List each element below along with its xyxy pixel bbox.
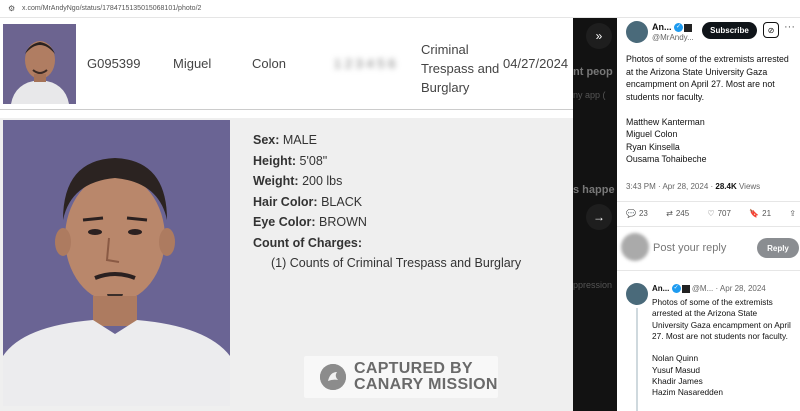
background-text-2: ny app ( (573, 90, 606, 100)
reply-button[interactable]: Reply (757, 238, 799, 258)
charges-label: Count of Charges: (253, 235, 363, 250)
next-photo-button[interactable]: → (586, 204, 612, 230)
height-value: 5'08" (299, 153, 328, 168)
detail-panel: Sex: MALE Height: 5'08" Weight: 200 lbs … (0, 118, 573, 411)
reply-action[interactable]: 💬 23 (626, 209, 648, 218)
repost-icon: ⇄ (666, 209, 673, 218)
verified-badge-icon: ✓ (671, 284, 681, 294)
address-bar[interactable]: ⚙ x.com/MrAndyNgo/status/178471513501506… (0, 0, 800, 18)
author-name[interactable]: An... (652, 22, 672, 32)
divider (617, 270, 800, 271)
tweet-panel: An... ✓ @MrAndy... Subscribe ⊘ ··· Photo… (617, 18, 800, 411)
bookmark-count: 21 (762, 209, 772, 218)
last-name: Colon (252, 56, 286, 71)
repost-count: 245 (675, 209, 690, 218)
divider (617, 201, 800, 202)
affiliation-badge-icon (681, 284, 690, 293)
background-text-1: nt peop (573, 66, 613, 78)
views-label: Views (736, 182, 761, 191)
more-options-icon[interactable]: ··· (784, 21, 795, 33)
author-avatar[interactable] (626, 21, 648, 43)
watermark-line-2: CANARY MISSION (354, 376, 498, 393)
verified-badge-icon: ✓ (674, 23, 684, 33)
arrest-date: 04/27/2024 (503, 56, 569, 71)
author-handle[interactable]: @MrAndy... (652, 33, 694, 42)
like-action[interactable]: ♡ 707 (707, 209, 731, 218)
record-row: G095399 Miguel Colon 1 2 3 4 5 6 Crimina… (0, 18, 573, 110)
weight-label: Weight: (253, 174, 299, 188)
reply-author-avatar[interactable] (626, 283, 648, 305)
mugshot-photo (3, 120, 230, 406)
reply-author-name[interactable]: An... (652, 284, 669, 293)
bookmark-icon: 🔖 (749, 209, 760, 218)
tweet-meta: 3:43 PM · Apr 28, 2024 · 28.4K Views (626, 182, 760, 191)
share-action[interactable]: ⇪ (789, 209, 796, 218)
author-name-block[interactable]: An... ✓ (652, 22, 693, 33)
url-text[interactable]: x.com/MrAndyNgo/status/17847151350150681… (22, 5, 201, 12)
reply-handle-date[interactable]: @M... · Apr 28, 2024 (692, 284, 766, 293)
watermark: CAPTURED BY CANARY MISSION (304, 356, 498, 398)
double-chevron-right-icon: » (595, 29, 603, 43)
hair-value: BLACK (321, 194, 363, 209)
like-count: 707 (717, 209, 731, 218)
site-settings-icon[interactable]: ⚙ (8, 4, 16, 13)
grok-icon[interactable]: ⊘ (763, 22, 779, 38)
share-icon: ⇪ (789, 209, 796, 218)
arrow-right-icon: → (593, 210, 605, 224)
views-count: 28.4K (715, 182, 737, 191)
sex-value: MALE (282, 133, 317, 147)
first-name: Miguel (173, 56, 212, 71)
reply-input[interactable]: Post your reply (653, 242, 726, 254)
divider (617, 226, 800, 227)
charge-item: (1) Counts of Criminal Trespass and Burg… (271, 256, 522, 270)
collapse-panel-button[interactable]: » (586, 23, 612, 49)
user-avatar (621, 233, 649, 261)
reply-icon: 💬 (626, 209, 636, 218)
photo-viewer: G095399 Miguel Colon 1 2 3 4 5 6 Crimina… (0, 18, 573, 411)
bookmark-action[interactable]: 🔖 21 (749, 209, 771, 218)
booking-id: G095399 (87, 56, 141, 71)
subscribe-button[interactable]: Subscribe (702, 22, 757, 39)
reply-header: An... ✓ @M... · Apr 28, 2024 (652, 284, 766, 294)
redacted-field: 1 2 3 4 5 6 (334, 56, 396, 71)
eye-label: Eye Color: (253, 215, 316, 229)
background-text-3: s happe (573, 184, 615, 196)
offense: Criminal Trespass and Burglary (421, 42, 500, 95)
reply-count: 23 (638, 209, 648, 218)
heart-icon: ♡ (707, 209, 715, 218)
tweet-time[interactable]: 3:43 PM · Apr 28, 2024 · (626, 182, 715, 191)
weight-value: 200 lbs (302, 174, 343, 188)
hair-label: Hair Color: (253, 194, 318, 209)
background-text-4: ppression (573, 280, 613, 290)
thread-line (636, 308, 638, 411)
reply-text: Photos of some of the extremists arreste… (652, 297, 791, 398)
thumbnail-mugshot (3, 24, 76, 104)
tweet-actions: 💬 23 ⇄ 245 ♡ 707 🔖 21 ⇪ (626, 209, 796, 218)
sex-label: Sex: (253, 133, 280, 147)
eye-value: BROWN (319, 215, 367, 229)
repost-action[interactable]: ⇄ 245 (666, 209, 689, 218)
person-details: Sex: MALE Height: 5'08" Weight: 200 lbs … (253, 130, 521, 274)
watermark-line-1: CAPTURED BY (354, 360, 473, 377)
reply-composer: Post your reply Reply (621, 233, 799, 265)
canary-logo-icon (320, 364, 346, 390)
affiliation-badge-icon (684, 23, 693, 32)
height-label: Height: (253, 153, 297, 168)
tweet-text: Photos of some of the extremists arreste… (626, 54, 789, 164)
